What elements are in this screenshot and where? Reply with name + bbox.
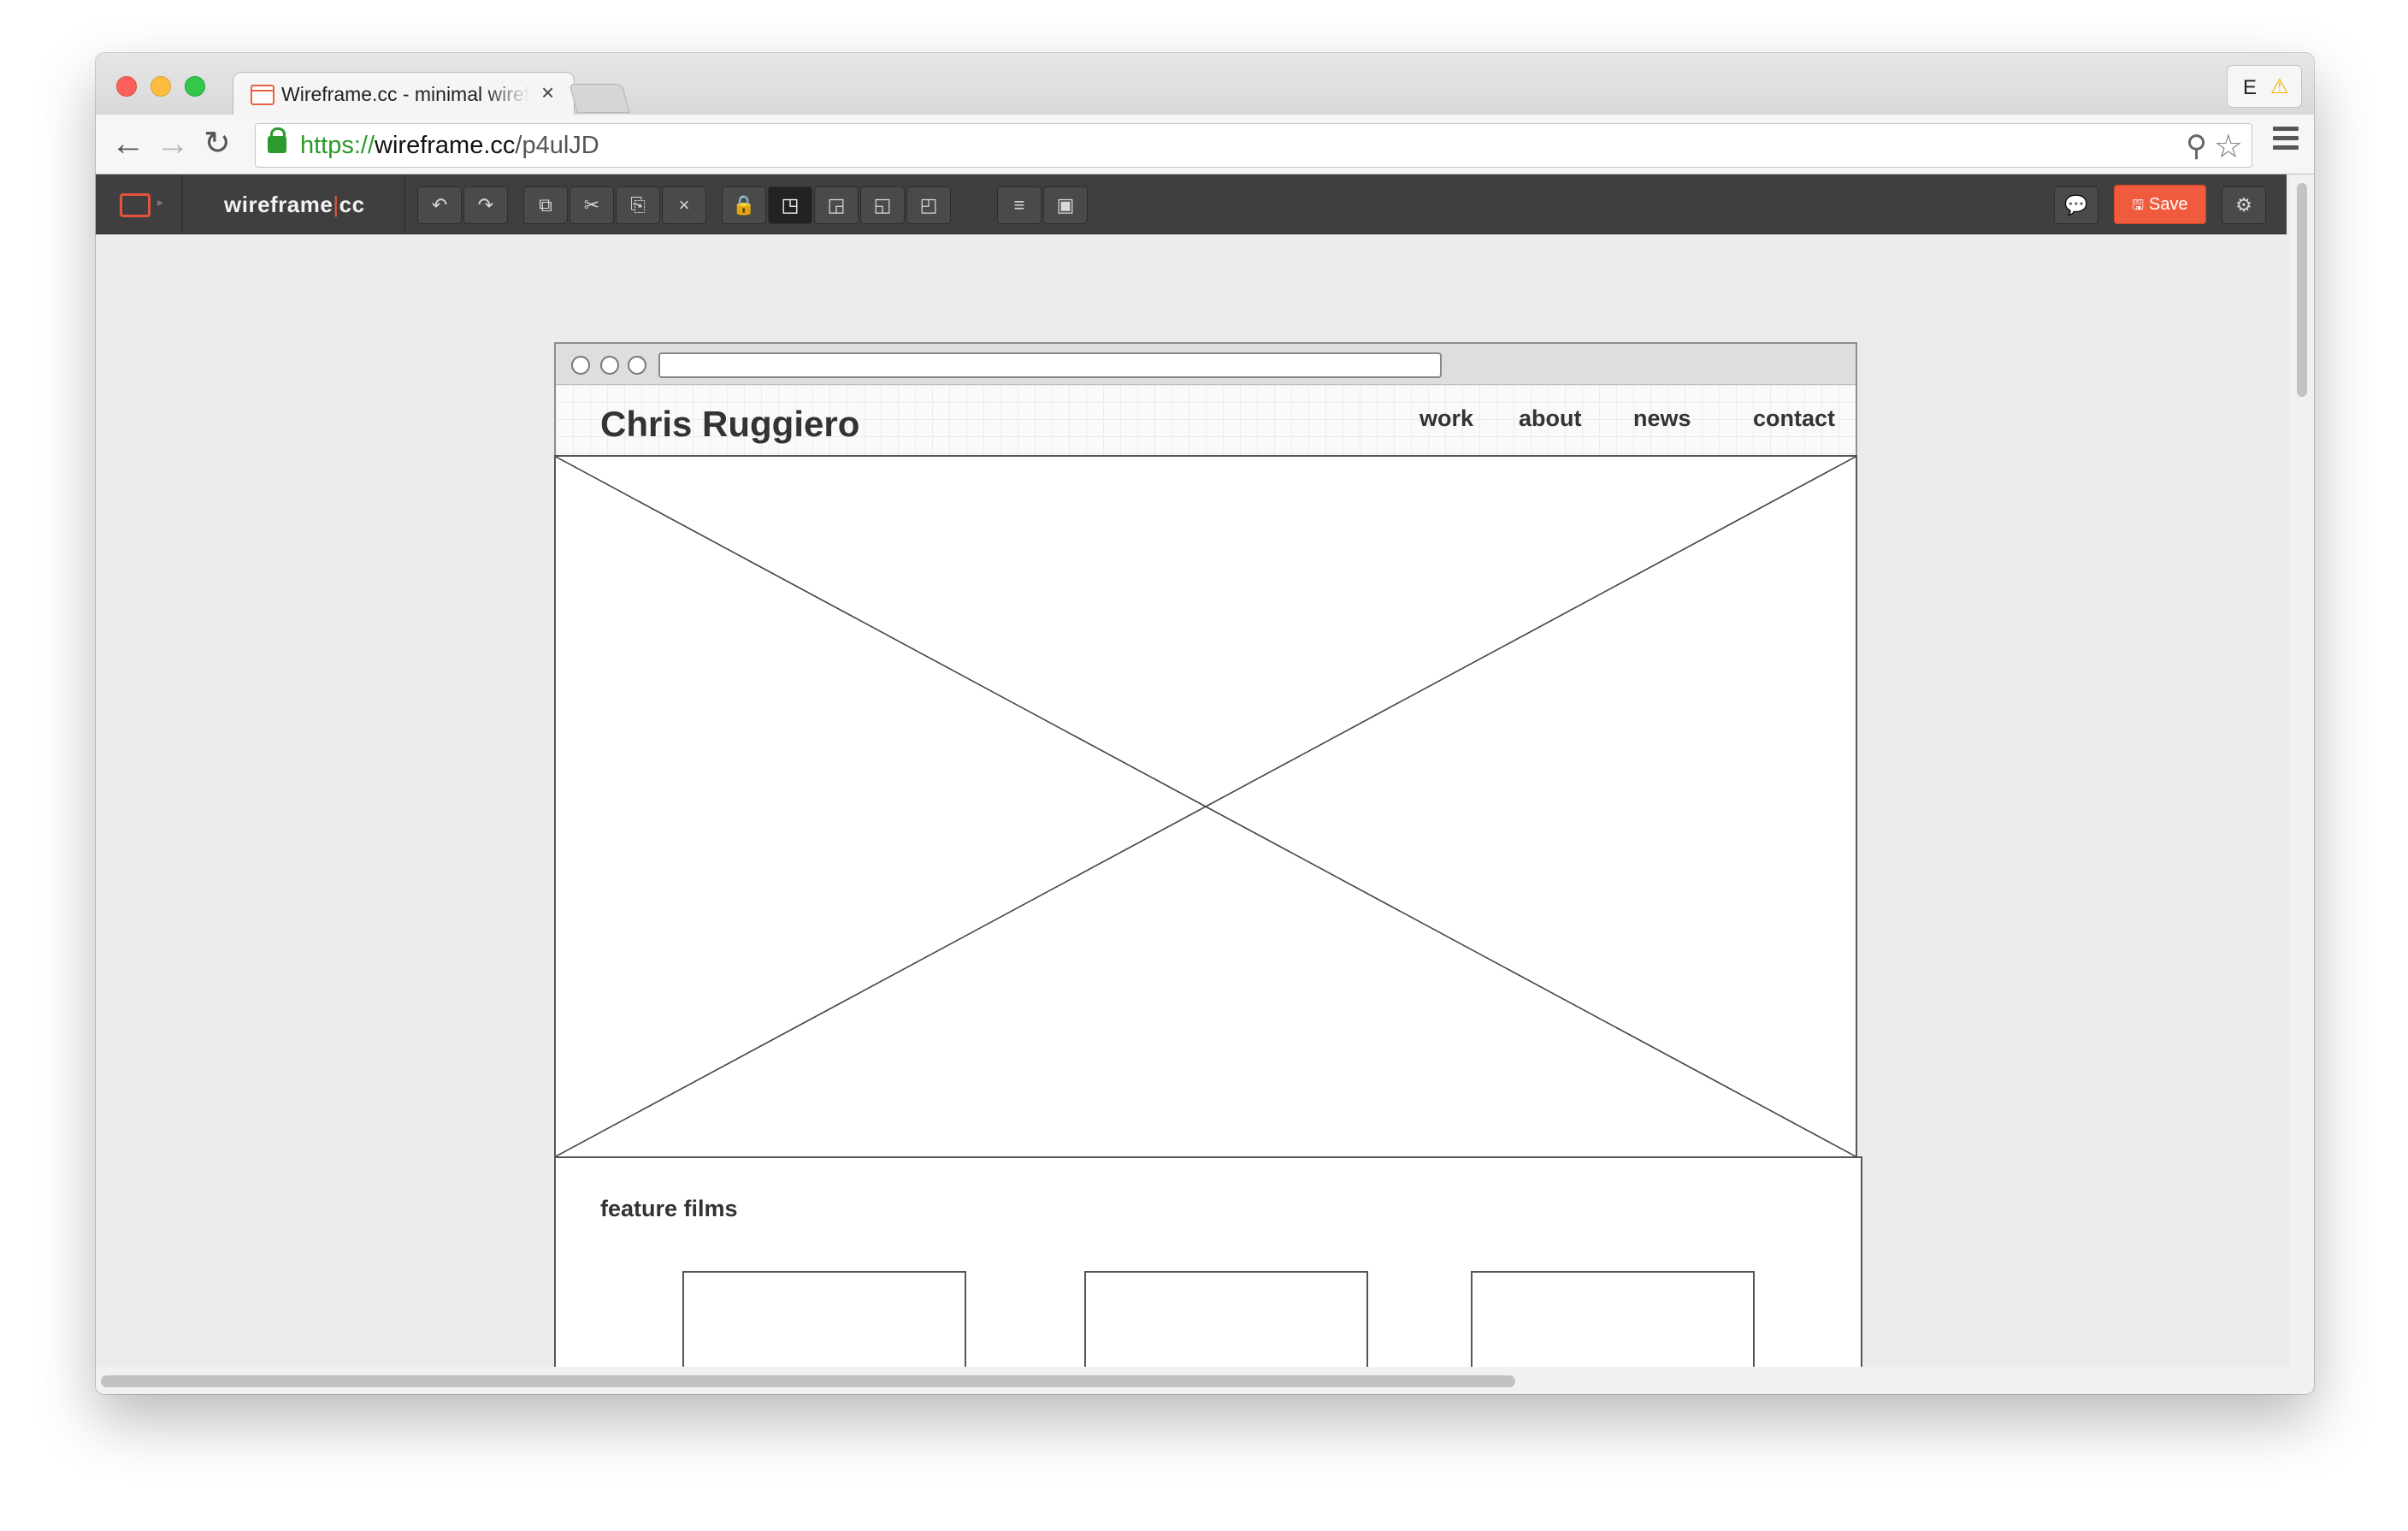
save-label: Save	[2149, 195, 2188, 214]
browser-toolbar: ← → ↻ https://wireframe.cc/p4ulJD ⚲ ☆	[96, 115, 2314, 174]
group-icon[interactable]: ▣	[1043, 186, 1088, 224]
tab-bar: Wireframe.cc - minimal wireframing tool …	[96, 53, 2314, 116]
comment-icon[interactable]: 💬	[2054, 186, 2098, 224]
minimize-window-button[interactable]	[150, 76, 171, 97]
wireframe-favicon-icon	[251, 85, 274, 105]
horizontal-scrollbar-thumb[interactable]	[101, 1375, 1515, 1387]
brand-pipe: |	[333, 192, 339, 217]
brand-logo: wireframe|cc	[224, 192, 365, 218]
wireframe-section-title[interactable]: feature films	[600, 1196, 738, 1222]
forward-arrow-icon[interactable]: →	[156, 123, 190, 164]
url-text[interactable]: https://wireframe.cc/p4ulJD	[300, 132, 599, 160]
wireframe-nav-work[interactable]: work	[1419, 405, 1473, 432]
wireframe-dot	[628, 356, 646, 375]
bring-to-front-icon[interactable]: ◳	[768, 186, 812, 224]
wireframe-browser-chrome	[556, 344, 1856, 385]
wireframe-site-title[interactable]: Chris Ruggiero	[600, 404, 859, 445]
close-window-button[interactable]	[116, 76, 137, 97]
send-to-back-icon[interactable]: ◰	[906, 186, 951, 224]
wireframe-nav-contact[interactable]: contact	[1753, 405, 1835, 432]
wireframe-header[interactable]: Chris Ruggiero work about news contact	[556, 385, 1856, 455]
zoom-icon[interactable]: ⚲	[2186, 129, 2207, 163]
app-menu-icon[interactable]	[120, 193, 150, 217]
image-placeholder-cross-icon	[556, 457, 1856, 1156]
save-button[interactable]: 🖫 Save	[2114, 185, 2206, 224]
vertical-scrollbar-thumb[interactable]	[2297, 183, 2307, 397]
undo-icon[interactable]: ↶	[417, 186, 462, 224]
toolbar-divider	[181, 174, 183, 234]
url-scheme: https://	[300, 132, 375, 159]
tab-wireframe[interactable]: Wireframe.cc - minimal wireframing tool …	[233, 72, 575, 116]
reload-icon[interactable]: ↻	[204, 123, 231, 164]
wireframe-nav-about[interactable]: about	[1519, 405, 1582, 432]
menu-icon[interactable]	[2273, 127, 2299, 155]
settings-icon[interactable]: ⚙	[2222, 186, 2266, 224]
cut-icon[interactable]: ✂	[570, 186, 614, 224]
align-icon[interactable]: ≡	[997, 186, 1042, 224]
wireframe-nav-news[interactable]: news	[1633, 405, 1691, 432]
back-arrow-icon[interactable]: ←	[111, 123, 145, 164]
copy-icon[interactable]: ⧉	[523, 186, 568, 224]
new-tab-button[interactable]	[569, 84, 630, 113]
app-toolbar: ▸ wireframe|cc ↶ ↷ ⧉ ✂ ⎘ × 🔒 ◳ ◲ ◱ ◰ ≡ ▣…	[96, 174, 2287, 234]
wireframe-browser-frame[interactable]: Chris Ruggiero work about news contact f…	[554, 342, 1862, 1394]
floppy-disk-icon: 🖫	[2132, 198, 2145, 213]
wireframe-dot	[600, 356, 619, 375]
brand-right: cc	[339, 192, 365, 217]
url-path: /p4ulJD	[515, 132, 599, 159]
tab-title: Wireframe.cc - minimal wireframing tool	[281, 83, 529, 105]
star-icon[interactable]: ☆	[2214, 127, 2243, 166]
wireframe-feature-section[interactable]: feature films	[554, 1156, 1862, 1394]
caret-right-icon: ▸	[157, 195, 164, 209]
send-backward-icon[interactable]: ◱	[860, 186, 905, 224]
warning-icon: ⚠	[2270, 75, 2289, 98]
paste-icon[interactable]: ⎘	[616, 186, 660, 224]
wireframe-dot	[571, 356, 590, 375]
horizontal-scrollbar[interactable]	[96, 1367, 2290, 1394]
tab-close-icon[interactable]: ×	[541, 80, 554, 106]
page-content: ▸ wireframe|cc ↶ ↷ ⧉ ✂ ⎘ × 🔒 ◳ ◲ ◱ ◰ ≡ ▣…	[96, 174, 2314, 1394]
bring-forward-icon[interactable]: ◲	[814, 186, 859, 224]
extension-letter: E	[2243, 76, 2258, 99]
redo-icon[interactable]: ↷	[463, 186, 508, 224]
vertical-scrollbar[interactable]	[2290, 174, 2314, 1394]
lock-element-icon[interactable]: 🔒	[722, 186, 766, 224]
url-host: wireframe.cc	[375, 132, 516, 159]
extension-button[interactable]: E ⚠	[2227, 65, 2302, 108]
lock-icon	[268, 127, 286, 153]
toolbar-divider	[404, 174, 405, 234]
wireframe-image-placeholder[interactable]	[554, 455, 1857, 1158]
browser-window: Wireframe.cc - minimal wireframing tool …	[96, 53, 2314, 1394]
delete-icon[interactable]: ×	[662, 186, 706, 224]
wireframe-url-bar[interactable]	[658, 352, 1442, 378]
address-bar[interactable]: https://wireframe.cc/p4ulJD ⚲ ☆	[255, 123, 2252, 168]
zoom-window-button[interactable]	[185, 76, 205, 97]
brand-left: wireframe	[224, 192, 333, 217]
